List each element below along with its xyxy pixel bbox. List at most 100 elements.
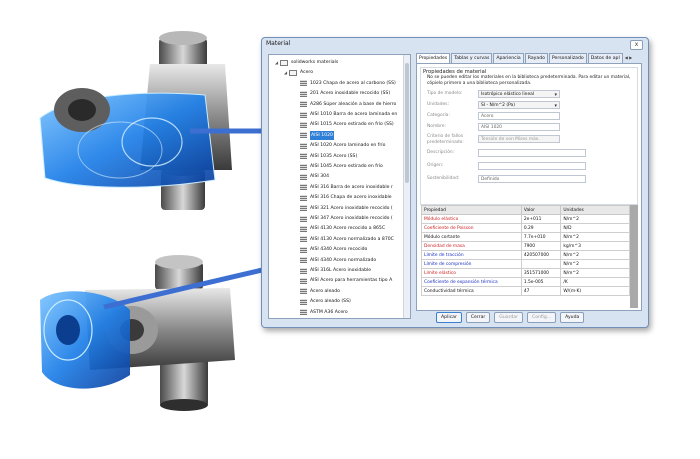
property-unit: W/(m·K) <box>560 286 630 296</box>
tree-item-label: AISI 316 Barra de acero inoxidable r <box>310 184 393 190</box>
button-1[interactable]: Cerrar <box>465 312 491 323</box>
field-label: Categoría: <box>427 113 450 118</box>
folder-icon <box>280 59 288 66</box>
property-unit: N/m^2 <box>560 232 630 242</box>
tree-folder[interactable]: ◢ Acero <box>282 68 313 77</box>
table-row[interactable]: Densidad de masa 7900 kg/m^3 <box>421 241 630 251</box>
material-icon <box>300 80 307 87</box>
property-name: Límite elástico <box>421 268 522 278</box>
tree-material-item[interactable]: AISI 321 Acero inoxidable recocido ( <box>300 204 393 213</box>
text-field[interactable]: Tensión de von Mises máx. <box>478 135 560 143</box>
table-row[interactable]: Conductividad térmica 47 W/(m·K) <box>421 286 630 296</box>
table-row[interactable]: Límite de tracción 420507000 N/m^2 <box>421 250 630 260</box>
tree-material-item[interactable]: 201 Acero inoxidable recocido (SS) <box>300 89 390 98</box>
tree-material-item[interactable]: AISI 316 Chapa de acero inoxidable <box>300 193 392 202</box>
property-unit: N/D <box>560 223 630 233</box>
property-unit: N/m^2 <box>560 268 630 278</box>
tree-material-item[interactable]: AISI 4340 Acero recocido <box>300 245 367 254</box>
header-property: Propiedad <box>421 205 522 215</box>
tree-item-label: AISI 1010 Barra de acero laminada en <box>310 112 398 117</box>
material-icon <box>300 111 307 118</box>
tree-material-item[interactable]: AISI 1045 Acero estirado en frío <box>300 162 383 171</box>
folder-icon <box>289 69 297 76</box>
tree-item-label: AISI 316L Acero inoxidable <box>310 268 372 273</box>
tree-item-label: ASTM A36 Acero <box>310 309 348 315</box>
property-value: 0.29 <box>520 223 562 233</box>
dropdown-field[interactable]: Isotrópico elástico lineal <box>478 90 560 98</box>
tree-item-label: AISI 304 <box>310 174 329 180</box>
table-row[interactable]: Módulo cortante 7.7e+010 N/m^2 <box>421 232 630 242</box>
tree-material-item[interactable]: ASTM A36 Acero <box>300 308 348 317</box>
property-value: 2e+011 <box>520 214 562 224</box>
tree-item-label: 1023 Chapa de acero al carbono (SS) <box>310 80 396 86</box>
material-icon <box>300 101 307 108</box>
lower-part-render <box>40 255 235 411</box>
material-icon <box>300 246 307 253</box>
tree-material-item[interactable]: AISI 1010 Barra de acero laminada en <box>300 110 397 119</box>
property-name: Módulo cortante <box>421 232 522 242</box>
button-4[interactable]: Ayuda <box>560 312 585 323</box>
material-icon <box>300 309 307 316</box>
material-icon <box>300 90 307 97</box>
tree-material-item[interactable]: AISI 1035 Acero (SS) <box>300 152 357 161</box>
material-icon <box>300 288 307 295</box>
close-button[interactable]: x <box>630 40 643 50</box>
tree-item-label: Acero aleado (SS) <box>310 299 351 305</box>
header-value: Valor <box>520 205 562 215</box>
tree-material-item[interactable]: A286 Súper aleación a base de hierro <box>300 100 396 109</box>
tab-panel: Propiedades de material No se pueden edi… <box>416 63 642 311</box>
button-0[interactable]: Aplicar <box>436 312 462 323</box>
tree-material-item[interactable]: AISI 1015 Acero estirado en frío (SS) <box>300 120 394 129</box>
field-label: Nombre: <box>427 124 446 129</box>
dialog-title: Material <box>266 40 291 47</box>
table-row[interactable]: Límite elástico 351571000 N/m^2 <box>421 268 630 278</box>
button-3[interactable]: Config... <box>527 312 557 323</box>
table-row[interactable]: Módulo elástico 2e+011 N/m^2 <box>421 214 630 224</box>
tree-material-item[interactable]: AISI 1020 Acero laminado en frío <box>300 141 385 150</box>
text-field[interactable]: Definido <box>478 175 586 183</box>
table-row[interactable]: Coeficiente de expansión térmica 1.5e-005… <box>421 277 630 287</box>
tree-material-item[interactable]: AISI Acero para herramientas tipo A <box>300 276 392 285</box>
text-field[interactable]: AISI 1020 <box>478 123 560 131</box>
field-label: Sostenibilidad: <box>427 176 460 181</box>
table-row[interactable]: Límite de compresión N/m^2 <box>421 259 630 269</box>
text-field[interactable] <box>478 162 586 170</box>
expand-arrow-icon[interactable]: ◢ <box>282 68 289 77</box>
tree-item-label: 201 Acero inoxidable recocido (SS) <box>310 91 391 97</box>
tree-material-item[interactable]: Acero aleado <box>300 287 340 296</box>
expand-arrow-icon[interactable]: ◢ <box>273 58 280 67</box>
text-field[interactable] <box>478 149 586 157</box>
tree-material-item[interactable]: AISI 316L Acero inoxidable <box>300 266 371 275</box>
table-row[interactable]: Coeficiente de Poisson 0.29 N/D <box>421 223 630 233</box>
read-only-note: No se pueden editar los materiales en la… <box>427 75 631 86</box>
tree-material-item[interactable]: Acero aleado (SS) <box>300 297 351 306</box>
property-name: Densidad de masa <box>421 241 522 251</box>
text-field[interactable]: Acero <box>478 112 560 120</box>
tree-material-item[interactable]: AISI 1020 <box>300 130 334 140</box>
dropdown-field[interactable]: SI - N/m^2 (Pa) <box>478 101 560 109</box>
material-icon <box>300 225 307 232</box>
property-name: Límite de tracción <box>421 250 522 260</box>
tree-material-item[interactable]: AISI 347 Acero inoxidable recocido ( <box>300 214 393 223</box>
tree-item-label: A286 Súper aleación a base de hierro <box>310 101 397 107</box>
tree-material-item[interactable]: AISI 4130 Acero normalizado a 870C <box>300 235 394 244</box>
property-unit: N/m^2 <box>560 214 630 224</box>
tree-material-item[interactable]: 1023 Chapa de acero al carbono (SS) <box>300 79 396 88</box>
button-2[interactable]: Guardar <box>494 312 523 323</box>
material-icon <box>300 153 307 160</box>
table-scrollbar[interactable] <box>630 205 638 308</box>
tree-scrollbar[interactable] <box>403 55 410 318</box>
tree-material-item[interactable]: AISI 304 <box>300 172 329 181</box>
tree-folder[interactable]: ◢ solidworks materials <box>273 58 338 67</box>
scrollbar-thumb[interactable] <box>405 63 409 183</box>
tree-material-item[interactable]: AISI 4130 Acero recocido a 865C <box>300 224 385 233</box>
material-icon <box>300 121 307 128</box>
tree-material-item[interactable]: AISI 4340 Acero normalizado <box>300 256 376 265</box>
property-unit: /K <box>560 277 630 287</box>
material-icon <box>300 205 307 212</box>
material-icon <box>300 267 307 274</box>
tree-material-item[interactable]: AISI 316 Barra de acero inoxidable r <box>300 183 393 192</box>
material-icon <box>300 236 307 243</box>
property-table: Propiedad Valor Unidades Módulo elástico… <box>421 205 630 296</box>
header-units: Unidades <box>560 205 630 215</box>
